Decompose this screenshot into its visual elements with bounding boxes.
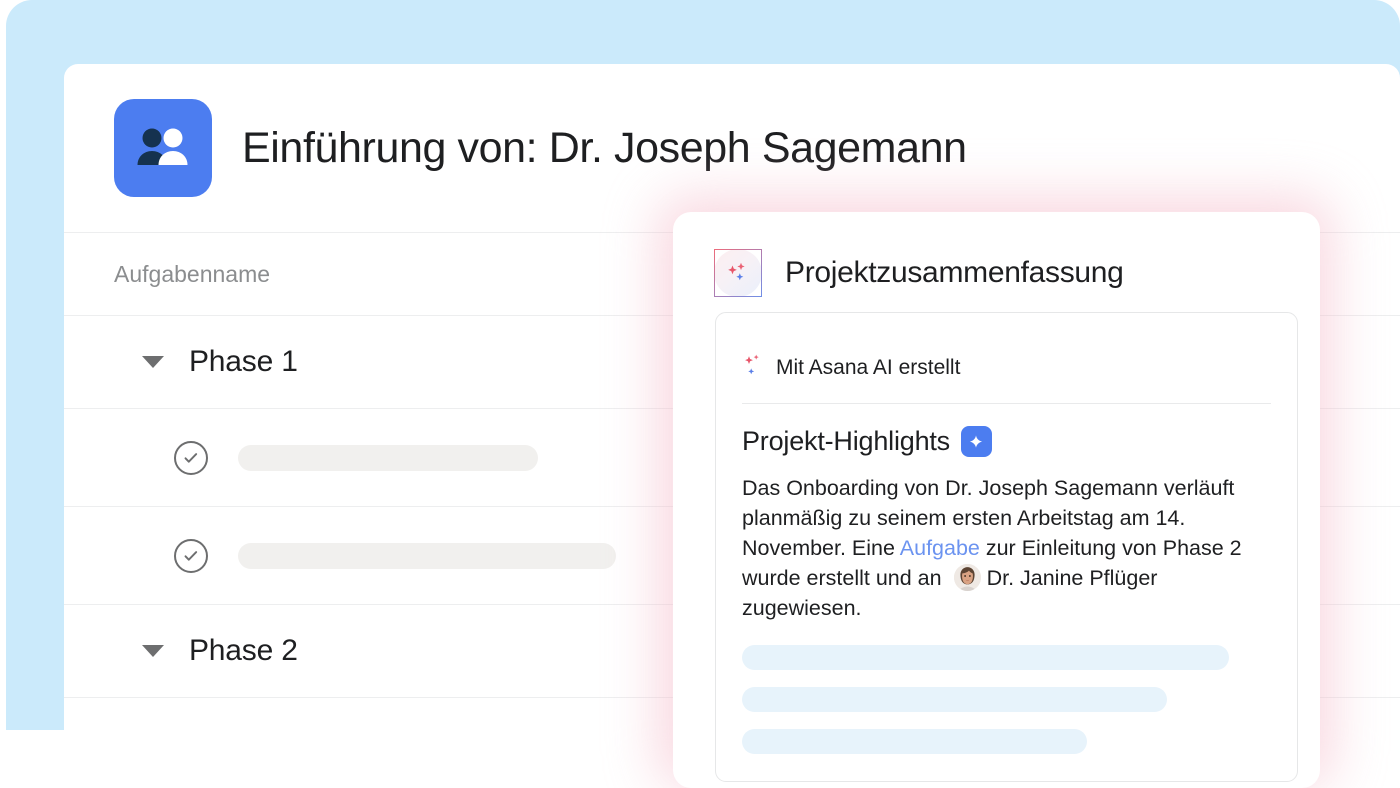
highlights-paragraph: Das Onboarding von Dr. Joseph Sagemann v…	[716, 457, 1297, 623]
chevron-down-icon[interactable]	[142, 645, 164, 657]
ai-sparkle-circle-icon	[712, 247, 764, 299]
task-name-placeholder	[238, 444, 538, 471]
ai-attribution-label: Mit Asana AI erstellt	[776, 356, 961, 379]
section-label: Phase 2	[189, 634, 298, 667]
skeleton-bar	[742, 729, 1087, 754]
summary-content-box: Mit Asana AI erstellt Projekt-Highlights…	[715, 312, 1298, 782]
aufgabe-link[interactable]: Aufgabe	[900, 536, 980, 560]
task-name-placeholder	[238, 542, 616, 569]
summary-card-header: Projektzusammenfassung	[673, 212, 1320, 302]
section-label: Phase 1	[189, 345, 298, 378]
project-summary-card: Projektzusammenfassung Mit Asana AI erst…	[673, 212, 1320, 788]
skeleton-bar	[742, 687, 1167, 712]
sparkles-icon	[742, 353, 766, 384]
check-circle-icon[interactable]	[174, 440, 208, 475]
screenshot-canvas: Einführung von: Dr. Joseph Sagemann Aufg…	[0, 0, 1400, 788]
highlights-header: Projekt-Highlights	[716, 404, 1297, 457]
check-circle-icon[interactable]	[174, 538, 208, 573]
column-header-task-name: Aufgabenname	[114, 260, 271, 287]
sparkle-badge-icon[interactable]	[960, 426, 992, 457]
chevron-down-icon[interactable]	[142, 356, 164, 368]
people-icon	[114, 99, 212, 197]
skeleton-bar	[742, 645, 1229, 670]
highlights-skeleton-group	[716, 623, 1297, 754]
avatar[interactable]	[953, 564, 981, 591]
page-title: Einführung von: Dr. Joseph Sagemann	[242, 123, 967, 172]
summary-card-title: Projektzusammenfassung	[785, 256, 1124, 289]
highlights-title: Projekt-Highlights	[742, 426, 950, 456]
ai-attribution: Mit Asana AI erstellt	[716, 313, 1297, 391]
